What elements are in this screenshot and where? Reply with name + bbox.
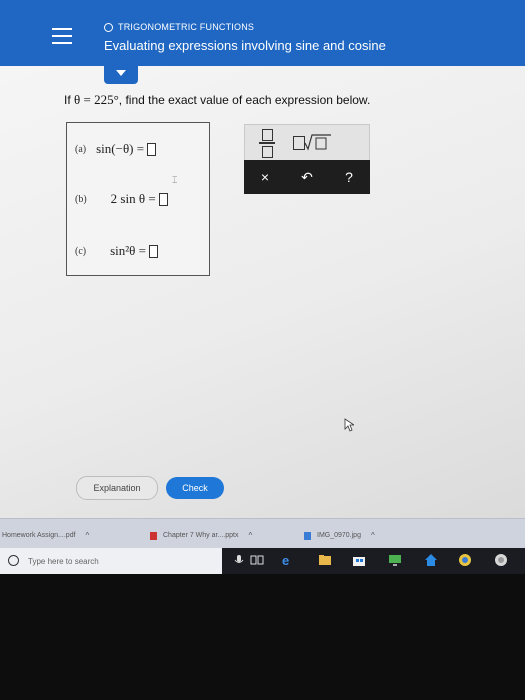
prompt-tail: , find the exact value of each expressio… [118,93,371,107]
topic-header: TRIGONOMETRIC FUNCTIONS Evaluating expre… [0,0,525,66]
browser-content: TRIGONOMETRIC FUNCTIONS Evaluating expre… [0,0,525,548]
chevron-up-icon[interactable]: ^ [86,531,90,540]
download-name: Chapter 7 Why ar....pptx [163,532,239,539]
expression: sin(−θ) = [96,141,145,156]
answer-row-a: (a) sin(−θ) = [75,141,157,157]
check-button[interactable]: Check [166,477,224,499]
answer-input-c[interactable] [149,244,158,258]
sqrt-key[interactable] [293,131,333,153]
chevron-up-icon[interactable]: ^ [371,531,375,540]
topic-label: TRIGONOMETRIC FUNCTIONS [104,22,254,32]
problem-prompt: If θ = 225°, find the exact value of eac… [64,92,370,108]
downloads-bar: Homework Assign....pdf ^ Chapter 7 Why a… [0,518,525,548]
home-icon[interactable] [424,553,438,567]
help-button[interactable]: ? [328,160,370,194]
expression: sin²θ = [110,243,146,258]
microphone-icon[interactable] [232,553,246,567]
image-file-icon [304,531,311,540]
part-label: (c) [75,245,87,257]
expression: 2 sin θ = [110,191,156,206]
answer-input-a[interactable] [147,142,157,156]
prompt-lead: If [64,93,71,107]
answer-panel: (a) sin(−θ) = ⌶ (b) 2 sin θ = (c) sin²θ … [66,122,210,276]
store-icon[interactable] [352,553,366,567]
download-name: Homework Assign....pdf [2,532,76,539]
progress-circle-icon [104,22,113,32]
sqrt-icon [304,134,331,151]
fraction-key[interactable] [259,129,275,158]
part-label: (a) [75,143,87,155]
explanation-button[interactable]: Explanation [76,476,158,500]
taskbar-search[interactable]: Type here to search [0,548,222,574]
download-item[interactable]: Homework Assign....pdf ^ [2,531,89,540]
settings-app-icon[interactable] [494,553,508,567]
svg-text:e: e [282,553,289,567]
download-item[interactable]: Chapter 7 Why ar....pptx ^ [150,531,252,540]
download-name: IMG_0970.jpg [317,532,361,539]
keypad-template-row [244,124,370,162]
menu-icon[interactable] [52,28,72,44]
monitor-app-icon[interactable] [388,553,402,567]
search-placeholder: Type here to search [28,557,99,566]
pptx-file-icon [150,531,157,540]
chevron-down-icon [116,70,126,76]
mouse-pointer-icon [344,418,356,437]
page-title: Evaluating expressions involving sine an… [104,38,386,53]
windows-taskbar: Type here to search e [0,548,525,574]
chrome-icon[interactable] [458,553,472,567]
text-cursor-icon: ⌶ [172,175,178,185]
math-keypad: × ↶ ? [244,124,370,194]
collapse-header-button[interactable] [104,62,138,84]
edge-browser-icon[interactable]: e [280,553,294,568]
download-item[interactable]: IMG_0970.jpg ^ [304,531,375,540]
clear-button[interactable]: × [244,160,286,194]
topic-text: TRIGONOMETRIC FUNCTIONS [118,22,255,32]
answer-input-b[interactable] [158,192,168,206]
cortana-icon [8,555,19,566]
answer-row-b: (b) 2 sin θ = [75,191,168,207]
prompt-theta: θ = 225° [74,92,119,107]
undo-button[interactable]: ↶ [286,160,328,194]
file-explorer-icon[interactable] [318,553,332,567]
answer-row-c: (c) sin²θ = [75,243,158,259]
keypad-action-row: × ↶ ? [244,160,370,194]
chevron-up-icon[interactable]: ^ [248,531,252,540]
part-label: (b) [75,193,87,205]
task-view-icon[interactable] [250,553,264,567]
